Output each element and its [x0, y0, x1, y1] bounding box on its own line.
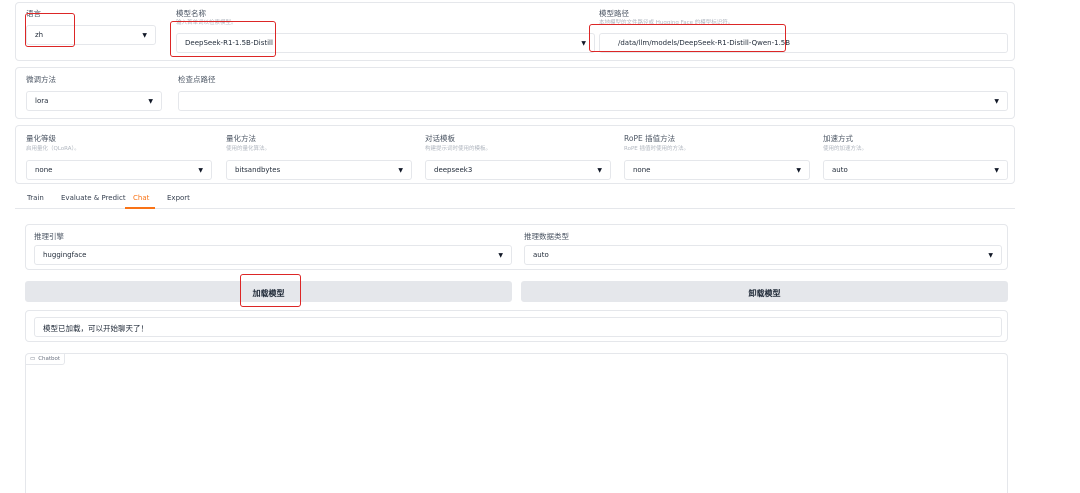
rope-dropdown[interactable]: none ▼	[624, 160, 810, 180]
checkpoint-label: 检查点路径	[178, 75, 216, 84]
infer-dtype-dropdown[interactable]: auto ▼	[524, 245, 1002, 265]
chatbot-panel	[25, 353, 1008, 493]
finetune-method-label: 微调方法	[26, 75, 56, 84]
status-panel: 模型已加载，可以开始聊天了！	[25, 310, 1008, 342]
template-label: 对话模板	[425, 134, 455, 143]
caret-down-icon: ▼	[398, 167, 403, 174]
caret-down-icon: ▼	[148, 98, 153, 105]
infer-dtype-value: auto	[533, 251, 549, 259]
caret-down-icon: ▼	[142, 32, 147, 39]
tab-evaluate-predict[interactable]: Evaluate & Predict	[61, 194, 126, 202]
caret-down-icon: ▼	[796, 167, 801, 174]
booster-value: auto	[832, 166, 848, 174]
caret-down-icon: ▼	[994, 98, 999, 105]
chatbot-label: ▭ Chatbot	[26, 353, 66, 365]
unload-model-label: 卸载模型	[748, 289, 781, 298]
chat-bubble-icon: ▭	[30, 355, 36, 362]
rope-info: RoPE 插值时使用的方法。	[624, 146, 689, 152]
quant-method-info: 使用的量化算法。	[226, 146, 271, 152]
tab-chat[interactable]: Chat	[133, 194, 149, 202]
quant-bit-value: none	[35, 166, 53, 174]
booster-label: 加速方式	[823, 134, 853, 143]
quant-bit-info: 启用量化（QLoRA）。	[26, 146, 80, 152]
model-config-panel: 语言 zh ▼ 模型名称 输入首单词以检索模型。 DeepSeek-R1-1.5…	[15, 2, 1015, 61]
tab-export[interactable]: Export	[167, 194, 190, 202]
quant-method-value: bitsandbytes	[235, 166, 281, 174]
highlight-model-name	[170, 21, 276, 57]
status-box: 模型已加载，可以开始聊天了！	[34, 317, 1002, 337]
highlight-language	[25, 13, 75, 47]
quant-bit-dropdown[interactable]: none ▼	[26, 160, 212, 180]
rope-value: none	[633, 166, 651, 174]
caret-down-icon: ▼	[988, 252, 993, 259]
caret-down-icon: ▼	[597, 167, 602, 174]
highlight-load-button	[240, 274, 301, 307]
caret-down-icon: ▼	[198, 167, 203, 174]
finetune-method-dropdown[interactable]: lora ▼	[26, 91, 162, 111]
tab-train[interactable]: Train	[27, 194, 44, 202]
tab-bar: Train Evaluate & Predict Chat Export	[15, 191, 1015, 209]
infer-backend-value: huggingface	[43, 251, 87, 259]
status-text: 模型已加载，可以开始聊天了！	[43, 324, 148, 333]
finetune-method-value: lora	[35, 97, 49, 105]
rope-label: RoPE 插值方法	[624, 134, 676, 143]
template-dropdown[interactable]: deepseek3 ▼	[425, 160, 611, 180]
caret-down-icon: ▼	[994, 167, 999, 174]
inference-panel: 推理引擎 huggingface ▼ 推理数据类型 auto ▼	[25, 224, 1008, 270]
advanced-panel: 量化等级 启用量化（QLoRA）。 none ▼ 量化方法 使用的量化算法。 b…	[15, 125, 1015, 184]
booster-dropdown[interactable]: auto ▼	[823, 160, 1008, 180]
infer-backend-label: 推理引擎	[34, 232, 64, 241]
template-info: 构建提示词时使用的模板。	[425, 146, 492, 152]
quant-method-label: 量化方法	[226, 134, 256, 143]
infer-backend-dropdown[interactable]: huggingface ▼	[34, 245, 512, 265]
quant-method-dropdown[interactable]: bitsandbytes ▼	[226, 160, 412, 180]
active-tab-indicator	[125, 207, 155, 209]
unload-model-button[interactable]: 卸载模型	[521, 281, 1008, 302]
chatbot-label-text: Chatbot	[38, 355, 61, 362]
booster-info: 使用的加速方法。	[823, 146, 868, 152]
finetune-panel: 微调方法 lora ▼ 检查点路径 ▼	[15, 67, 1015, 119]
quant-bit-label: 量化等级	[26, 134, 56, 143]
caret-down-icon: ▼	[581, 40, 586, 47]
checkpoint-dropdown[interactable]: ▼	[178, 91, 1008, 111]
caret-down-icon: ▼	[498, 252, 503, 259]
template-value: deepseek3	[434, 166, 473, 174]
infer-dtype-label: 推理数据类型	[524, 232, 569, 241]
highlight-model-path	[589, 24, 786, 52]
